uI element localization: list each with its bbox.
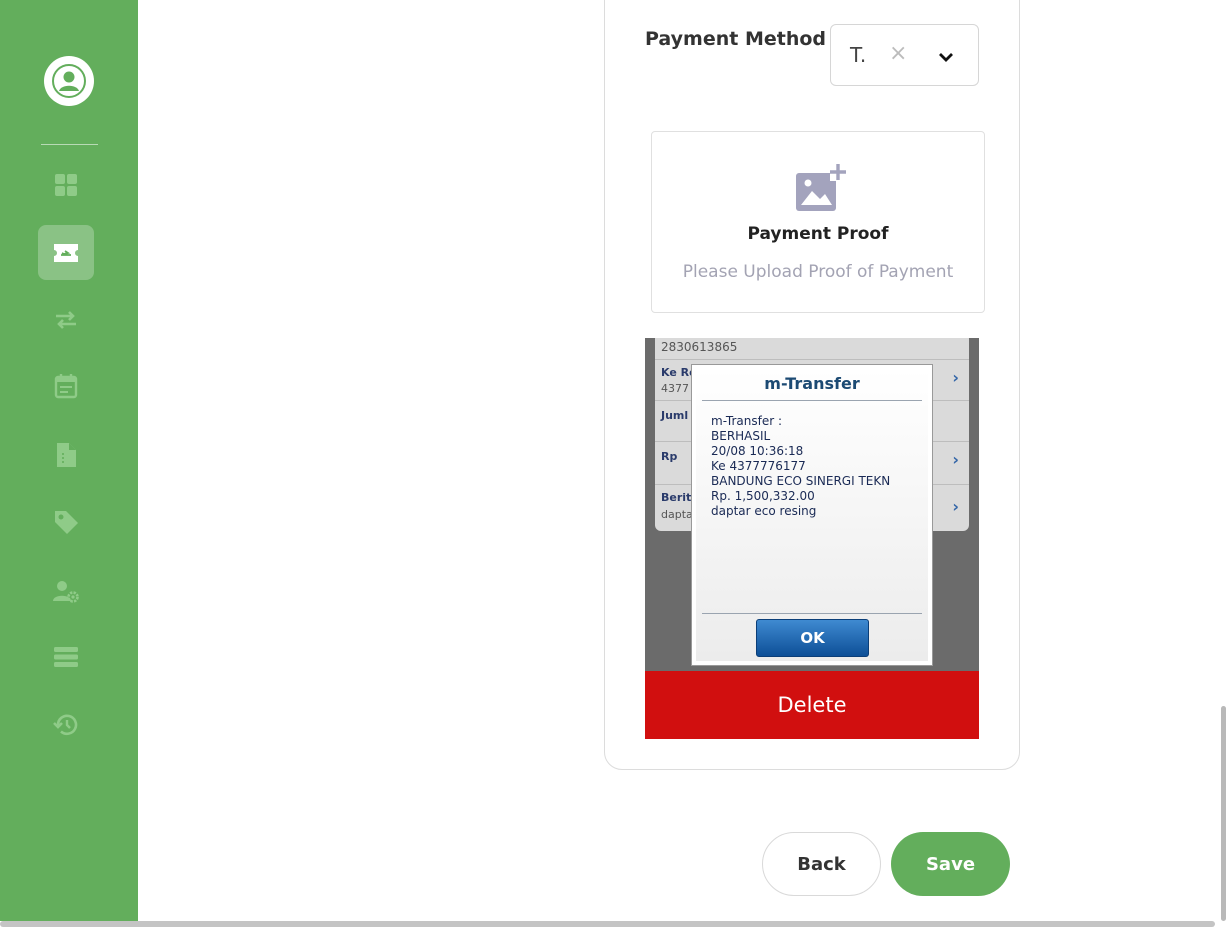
delete-button[interactable]: Delete: [645, 671, 979, 739]
receipt-bg-row: 2830613865: [655, 338, 969, 360]
sidebar-item-tags[interactable]: [38, 494, 94, 549]
ticket-flight-icon: [54, 243, 78, 262]
calendar-icon: [54, 373, 78, 398]
payment-proof-hint: Please Upload Proof of Payment: [682, 262, 954, 282]
receipt-dialog-title: m-Transfer: [764, 374, 860, 393]
sidebar-item-dashboard[interactable]: [38, 157, 94, 212]
sidebar-item-transfers[interactable]: [38, 292, 94, 347]
sidebar-item-invoices[interactable]: [38, 427, 94, 482]
payment-proof-title: Payment Proof: [747, 224, 889, 244]
user-circle-icon: [52, 64, 86, 98]
clear-icon[interactable]: ×: [889, 41, 907, 66]
back-button[interactable]: Back: [762, 832, 881, 896]
sidebar-item-history[interactable]: [38, 697, 94, 752]
payment-method-label: Payment Method: [645, 28, 827, 50]
payment-proof-upload[interactable]: Payment Proof Please Upload Proof of Pay…: [651, 131, 985, 313]
payment-method-value: T.: [850, 43, 867, 67]
chevron-down-icon[interactable]: [935, 46, 957, 68]
receipt-dialog-lines: m-Transfer : BERHASIL 20/08 10:36:18 Ke …: [711, 414, 891, 518]
transfer-arrows-icon: [56, 310, 76, 329]
receipt-ok-button: OK: [756, 619, 869, 657]
dashboard-icon: [55, 173, 77, 196]
sidebar: [0, 0, 138, 921]
user-avatar[interactable]: [44, 56, 94, 106]
sidebar-item-servers[interactable]: [38, 629, 94, 684]
sidebar-item-tickets[interactable]: [38, 225, 94, 280]
add-image-icon: [796, 163, 846, 211]
user-settings-icon: [53, 580, 79, 603]
sidebar-item-user-settings[interactable]: [38, 563, 94, 618]
sidebar-item-calendar[interactable]: [38, 358, 94, 413]
receipt-dialog: m-Transfer m-Transfer : BERHASIL 20/08 1…: [692, 365, 932, 665]
tag-icon: [55, 510, 78, 534]
invoice-document-icon: [57, 442, 76, 467]
vertical-scrollbar[interactable]: [1221, 706, 1226, 921]
sidebar-divider: [41, 144, 98, 145]
server-list-icon: [54, 646, 78, 667]
horizontal-scrollbar[interactable]: [0, 921, 1215, 927]
payment-proof-preview: 2830613865 Ke Re 4377 › Juml Rp › Berita…: [645, 338, 979, 671]
history-icon: [53, 714, 78, 735]
payment-method-select[interactable]: T. ×: [830, 24, 979, 86]
save-button[interactable]: Save: [891, 832, 1010, 896]
